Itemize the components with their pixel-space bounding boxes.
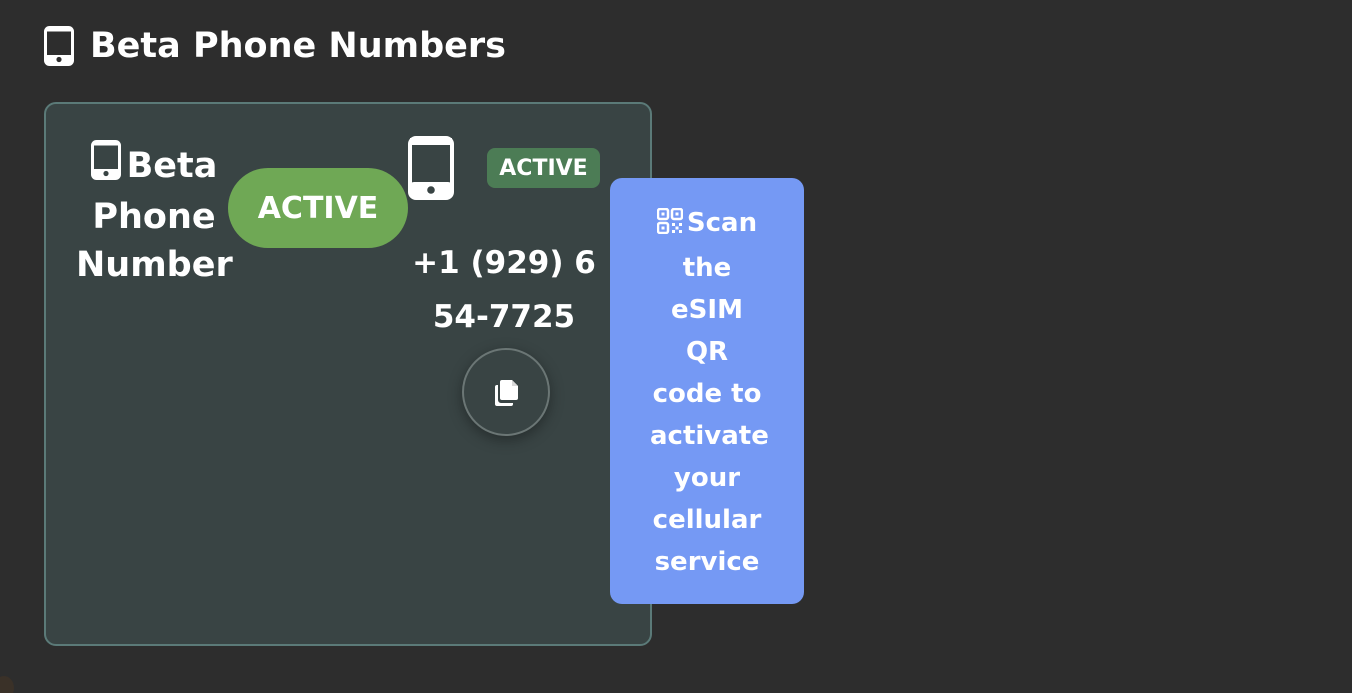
copy-icon	[492, 378, 520, 406]
phone-number: +1 (929) 654-7725	[412, 245, 596, 335]
mobile-phone-icon	[408, 136, 454, 200]
tooltip-text: Scan the eSIM QR code to activate your c…	[650, 208, 769, 577]
page: Beta Phone Numbers Beta Phone Number ACT…	[0, 0, 1352, 693]
status-pill: ACTIVE	[228, 168, 408, 248]
esim-tooltip: Scan the eSIM QR code to activate your c…	[610, 178, 804, 604]
status-badge: ACTIVE	[487, 148, 600, 188]
page-title-text: Beta Phone Numbers	[90, 26, 506, 66]
card-title: Beta Phone Number	[76, 140, 233, 289]
copy-button[interactable]	[462, 348, 550, 436]
mobile-phone-icon	[90, 140, 121, 193]
qr-code-icon	[656, 205, 684, 247]
mobile-phone-icon	[44, 26, 74, 66]
page-title: Beta Phone Numbers	[44, 26, 506, 66]
corner-decoration	[0, 676, 14, 693]
